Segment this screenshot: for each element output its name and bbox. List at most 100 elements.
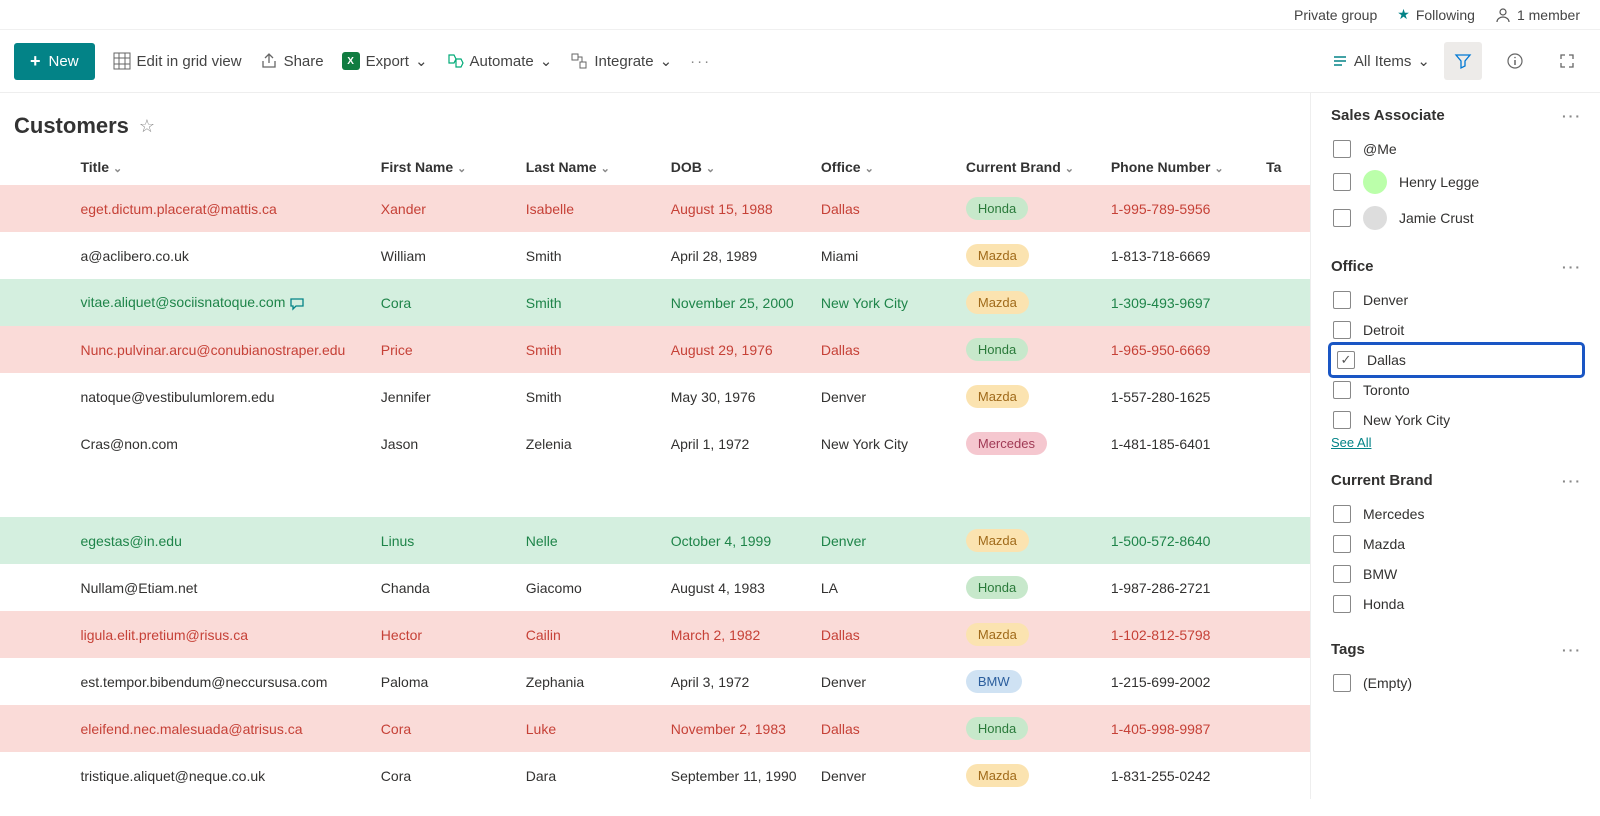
checkbox-icon[interactable]: [1333, 411, 1351, 429]
cell-title[interactable]: tristique.aliquet@neque.co.uk: [72, 752, 372, 799]
more-button[interactable]: ···: [690, 53, 711, 70]
filter-option[interactable]: @Me: [1331, 134, 1582, 164]
filter-option[interactable]: BMW: [1331, 559, 1582, 589]
see-all-link[interactable]: See All: [1331, 435, 1582, 450]
chevron-down-icon: ⌄: [540, 52, 553, 70]
cell-office: Dallas: [813, 185, 958, 232]
filter-option[interactable]: Henry Legge: [1331, 164, 1582, 200]
cell-title[interactable]: est.tempor.bibendum@neccursusa.com: [72, 658, 372, 705]
checkbox-icon[interactable]: [1333, 505, 1351, 523]
filter-option[interactable]: New York City: [1331, 405, 1582, 435]
filter-option[interactable]: Jamie Crust: [1331, 200, 1582, 236]
topbar: Private group ★ Following 1 member: [0, 0, 1600, 30]
table-row[interactable]: vitae.aliquet@sociisnatoque.com Cora Smi…: [0, 279, 1310, 326]
checkbox-icon[interactable]: [1333, 321, 1351, 339]
favorite-star-icon[interactable]: ☆: [139, 116, 155, 137]
checkbox-icon[interactable]: [1333, 381, 1351, 399]
cell-title[interactable]: natoque@vestibulumlorem.edu: [72, 373, 372, 420]
filter-label: Jamie Crust: [1399, 210, 1474, 226]
integrate-icon: [570, 52, 588, 70]
comment-icon[interactable]: [289, 294, 305, 310]
cell-phone: 1-405-998-9987: [1103, 705, 1258, 752]
checkbox-icon[interactable]: [1333, 595, 1351, 613]
col-last[interactable]: Last Name⌄: [518, 149, 663, 185]
filter-option[interactable]: Honda: [1331, 589, 1582, 619]
more-icon[interactable]: ···: [1562, 108, 1582, 124]
filter-option[interactable]: Dallas: [1331, 345, 1582, 375]
col-title[interactable]: Title⌄: [72, 149, 372, 185]
cell-office: Dallas: [813, 705, 958, 752]
checkbox-icon[interactable]: [1333, 140, 1351, 158]
cell-phone: 1-987-286-2721: [1103, 564, 1258, 611]
cell-dob: October 4, 1999: [663, 517, 813, 564]
cell-title[interactable]: Nullam@Etiam.net: [72, 564, 372, 611]
filter-option[interactable]: Toronto: [1331, 375, 1582, 405]
cell-title[interactable]: a@aclibero.co.uk: [72, 232, 372, 279]
cell-brand: BMW: [958, 658, 1103, 705]
filter-option[interactable]: Mazda: [1331, 529, 1582, 559]
export-button[interactable]: X Export ⌄: [342, 52, 428, 70]
filter-option[interactable]: Detroit: [1331, 315, 1582, 345]
cell-dob: April 1, 1972: [663, 420, 813, 467]
cell-first: Xander: [373, 185, 518, 232]
table-row[interactable]: eleifend.nec.malesuada@atrisus.ca Cora L…: [0, 705, 1310, 752]
checkbox-icon[interactable]: [1333, 535, 1351, 553]
table-row[interactable]: a@aclibero.co.uk William Smith April 28,…: [0, 232, 1310, 279]
table-row[interactable]: Nullam@Etiam.net Chanda Giacomo August 4…: [0, 564, 1310, 611]
filter-label: Dallas: [1367, 352, 1406, 368]
col-dob[interactable]: DOB⌄: [663, 149, 813, 185]
filter-button[interactable]: [1444, 42, 1482, 80]
members-link[interactable]: 1 member: [1495, 7, 1580, 23]
chevron-down-icon: ⌄: [660, 52, 673, 70]
filter-option[interactable]: Denver: [1331, 285, 1582, 315]
col-phone[interactable]: Phone Number⌄: [1103, 149, 1258, 185]
cell-title[interactable]: Cras@non.com: [72, 420, 372, 467]
checkbox-icon[interactable]: [1337, 351, 1355, 369]
cell-title[interactable]: Nunc.pulvinar.arcu@conubianostraper.edu: [72, 326, 372, 373]
cell-title[interactable]: egestas@in.edu: [72, 517, 372, 564]
automate-button[interactable]: Automate ⌄: [446, 52, 553, 70]
share-button[interactable]: Share: [260, 52, 324, 70]
cell-title[interactable]: ligula.elit.pretium@risus.ca: [72, 611, 372, 658]
cell-phone: 1-102-812-5798: [1103, 611, 1258, 658]
col-tags[interactable]: Ta: [1258, 149, 1310, 185]
cell-first: Jennifer: [373, 373, 518, 420]
cell-last: Smith: [518, 373, 663, 420]
cell-brand: Mazda: [958, 232, 1103, 279]
new-button[interactable]: + New: [14, 43, 95, 80]
more-icon[interactable]: ···: [1562, 642, 1582, 658]
integrate-button[interactable]: Integrate ⌄: [570, 52, 672, 70]
info-button[interactable]: [1496, 42, 1534, 80]
expand-button[interactable]: [1548, 42, 1586, 80]
edit-grid-button[interactable]: Edit in grid view: [113, 52, 242, 70]
following-toggle[interactable]: ★ Following: [1397, 6, 1475, 23]
cell-dob: March 2, 1982: [663, 611, 813, 658]
checkbox-icon[interactable]: [1333, 209, 1351, 227]
view-selector[interactable]: All Items ⌄: [1332, 52, 1430, 70]
table-row[interactable]: natoque@vestibulumlorem.edu Jennifer Smi…: [0, 373, 1310, 420]
more-icon[interactable]: ···: [1562, 259, 1582, 275]
filter-label: Toronto: [1363, 382, 1410, 398]
cell-brand: Mazda: [958, 517, 1103, 564]
cell-title[interactable]: eleifend.nec.malesuada@atrisus.ca: [72, 705, 372, 752]
checkbox-icon[interactable]: [1333, 565, 1351, 583]
table-row[interactable]: tristique.aliquet@neque.co.uk Cora Dara …: [0, 752, 1310, 799]
checkbox-icon[interactable]: [1333, 674, 1351, 692]
col-office[interactable]: Office⌄: [813, 149, 958, 185]
filter-option[interactable]: (Empty): [1331, 668, 1582, 698]
cell-title[interactable]: vitae.aliquet@sociisnatoque.com: [72, 279, 372, 326]
col-first[interactable]: First Name⌄: [373, 149, 518, 185]
table-row[interactable]: egestas@in.edu Linus Nelle October 4, 19…: [0, 517, 1310, 564]
filter-option[interactable]: Mercedes: [1331, 499, 1582, 529]
cell-title[interactable]: eget.dictum.placerat@mattis.ca: [72, 185, 372, 232]
table-row[interactable]: Cras@non.com Jason Zelenia April 1, 1972…: [0, 420, 1310, 467]
table-row[interactable]: est.tempor.bibendum@neccursusa.com Palom…: [0, 658, 1310, 705]
more-icon[interactable]: ···: [1562, 473, 1582, 489]
col-brand[interactable]: Current Brand⌄: [958, 149, 1103, 185]
table-row[interactable]: Nunc.pulvinar.arcu@conubianostraper.edu …: [0, 326, 1310, 373]
filter-label: Denver: [1363, 292, 1408, 308]
checkbox-icon[interactable]: [1333, 173, 1351, 191]
table-row[interactable]: ligula.elit.pretium@risus.ca Hector Cail…: [0, 611, 1310, 658]
table-row[interactable]: eget.dictum.placerat@mattis.ca Xander Is…: [0, 185, 1310, 232]
checkbox-icon[interactable]: [1333, 291, 1351, 309]
